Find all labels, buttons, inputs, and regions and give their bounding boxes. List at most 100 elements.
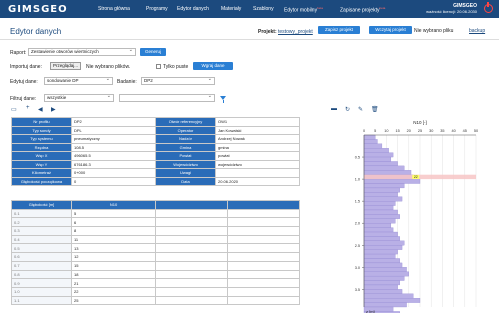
load-project-button[interactable]: Wczytaj projekt: [369, 26, 412, 34]
form-field[interactable]: [215, 168, 300, 178]
n10-cell[interactable]: 22: [71, 286, 156, 297]
depth-cell[interactable]: 1.1: [11, 295, 72, 306]
table-row[interactable]: 0.9 21: [11, 278, 300, 288]
empty-cell[interactable]: [227, 260, 300, 271]
empty-cell[interactable]: [227, 208, 300, 219]
backup-link[interactable]: backup: [469, 28, 485, 34]
form-field[interactable]: powiat: [215, 151, 300, 161]
table-row[interactable]: 1.0 22: [11, 286, 300, 297]
table-row[interactable]: 0.8 18: [11, 269, 300, 280]
arrow-left-icon[interactable]: ◀: [38, 106, 43, 113]
n10-cell[interactable]: 13: [71, 243, 156, 254]
empty-cell[interactable]: [227, 234, 300, 245]
n10-cell[interactable]: 15: [71, 260, 156, 271]
depth-cell[interactable]: 0.9: [11, 278, 72, 288]
nav-programs[interactable]: Programy: [146, 6, 168, 12]
empty-cell[interactable]: [227, 243, 300, 254]
edit-icon[interactable]: ✎: [358, 106, 363, 113]
depth-cell[interactable]: 0.5: [11, 243, 72, 254]
file-icon[interactable]: ▭: [11, 106, 17, 113]
nav-materials[interactable]: Materiały: [221, 6, 241, 12]
study-select[interactable]: DP2: [141, 77, 215, 85]
empty-cell[interactable]: [155, 260, 228, 271]
form-field[interactable]: DP2: [71, 117, 156, 127]
edit-data-select[interactable]: sondowanie DP: [44, 77, 113, 85]
empty-cell[interactable]: [227, 278, 300, 288]
form-field[interactable]: województwo: [215, 159, 300, 169]
n10-cell[interactable]: 21: [71, 278, 156, 288]
n10-cell[interactable]: 8: [71, 226, 156, 236]
empty-cell[interactable]: [155, 269, 228, 280]
empty-cell[interactable]: [227, 295, 300, 306]
n10-cell[interactable]: 6: [71, 217, 156, 228]
empty-cell[interactable]: [155, 278, 228, 288]
refresh-icon[interactable]: ↻: [345, 106, 350, 113]
filter-select[interactable]: wszystkie: [44, 94, 114, 102]
empty-cell[interactable]: [155, 226, 228, 236]
plus-icon[interactable]: +: [26, 105, 30, 111]
table-row[interactable]: 0.3 8: [11, 226, 300, 236]
n10-cell[interactable]: 11: [71, 234, 156, 245]
n10-cell[interactable]: 18: [71, 269, 156, 280]
form-field[interactable]: 496065.5: [71, 151, 156, 161]
nav-saved-projects[interactable]: Zapisane projektybeta: [340, 6, 385, 14]
table-row[interactable]: 0.2 6: [11, 217, 300, 228]
depth-cell[interactable]: 0.2: [11, 217, 72, 228]
empty-cell[interactable]: [227, 217, 300, 228]
empty-cell[interactable]: [155, 252, 228, 262]
arrow-right-icon[interactable]: ▶: [51, 106, 56, 113]
form-field[interactable]: OW1: [215, 117, 300, 127]
empty-cell[interactable]: [155, 217, 228, 228]
empty-cell[interactable]: [155, 286, 228, 297]
empty-cell[interactable]: [155, 295, 228, 306]
empty-cell[interactable]: [227, 252, 300, 262]
form-field[interactable]: Andrzej Nowak: [215, 134, 300, 144]
generate-button[interactable]: Generuj: [140, 48, 166, 56]
table-row[interactable]: 0.1 5: [11, 208, 300, 219]
table-row[interactable]: 0.7 15: [11, 260, 300, 271]
form-field[interactable]: 676186.3: [71, 159, 156, 169]
form-field[interactable]: 0+000: [71, 168, 156, 178]
table-row[interactable]: 0.4 11: [11, 234, 300, 245]
form-field[interactable]: 20.06.2020: [215, 176, 300, 186]
table-row[interactable]: 1.1 25: [11, 295, 300, 306]
nav-home[interactable]: Strona główna: [98, 6, 130, 12]
logo[interactable]: GIMSGEO: [8, 4, 68, 15]
n10-cell[interactable]: 5: [71, 208, 156, 219]
delete-icon[interactable]: 🗑: [371, 106, 379, 113]
save-project-button[interactable]: Zapisz projekt: [318, 26, 360, 34]
form-field[interactable]: pneumatyczny: [71, 134, 156, 144]
empty-cell[interactable]: [155, 243, 228, 254]
filter-value-select[interactable]: [119, 94, 215, 102]
form-field[interactable]: gmina: [215, 142, 300, 152]
form-field[interactable]: 0: [71, 176, 156, 186]
empty-cell[interactable]: [227, 286, 300, 297]
only-empty-checkbox[interactable]: [156, 64, 161, 69]
report-select[interactable]: Zestawienie otworów wiertniczych: [28, 48, 136, 56]
power-icon[interactable]: [484, 2, 493, 13]
table-row[interactable]: 0.5 13: [11, 243, 300, 254]
depth-cell[interactable]: 0.8: [11, 269, 72, 280]
depth-cell[interactable]: 0.7: [11, 260, 72, 271]
depth-cell[interactable]: 0.4: [11, 234, 72, 245]
empty-cell[interactable]: [155, 234, 228, 245]
column-header-n10[interactable]: N10: [71, 200, 156, 210]
form-field[interactable]: Jan Kowalski: [215, 125, 300, 135]
nav-templates[interactable]: Szablony: [253, 6, 274, 12]
depth-cell[interactable]: 0.6: [11, 252, 72, 262]
depth-cell[interactable]: 0.3: [11, 226, 72, 236]
filter-icon[interactable]: [220, 96, 226, 103]
n10-cell[interactable]: 12: [71, 252, 156, 262]
empty-cell[interactable]: [227, 226, 300, 236]
nav-mobile-editor[interactable]: Edytor mobilnybeta: [284, 6, 323, 14]
empty-cell[interactable]: [155, 208, 228, 219]
n10-cell[interactable]: 25: [71, 295, 156, 306]
depth-cell[interactable]: 1.0: [11, 286, 72, 297]
column-header-depth[interactable]: Głębokość [m]: [11, 200, 72, 210]
nav-data-editor[interactable]: Edytor danych: [177, 6, 209, 12]
form-field[interactable]: 108.5: [71, 142, 156, 152]
empty-cell[interactable]: [227, 269, 300, 280]
browse-button[interactable]: Przeglądaj...: [50, 62, 82, 70]
form-field[interactable]: DPL: [71, 125, 156, 135]
depth-cell[interactable]: 0.1: [11, 208, 72, 219]
